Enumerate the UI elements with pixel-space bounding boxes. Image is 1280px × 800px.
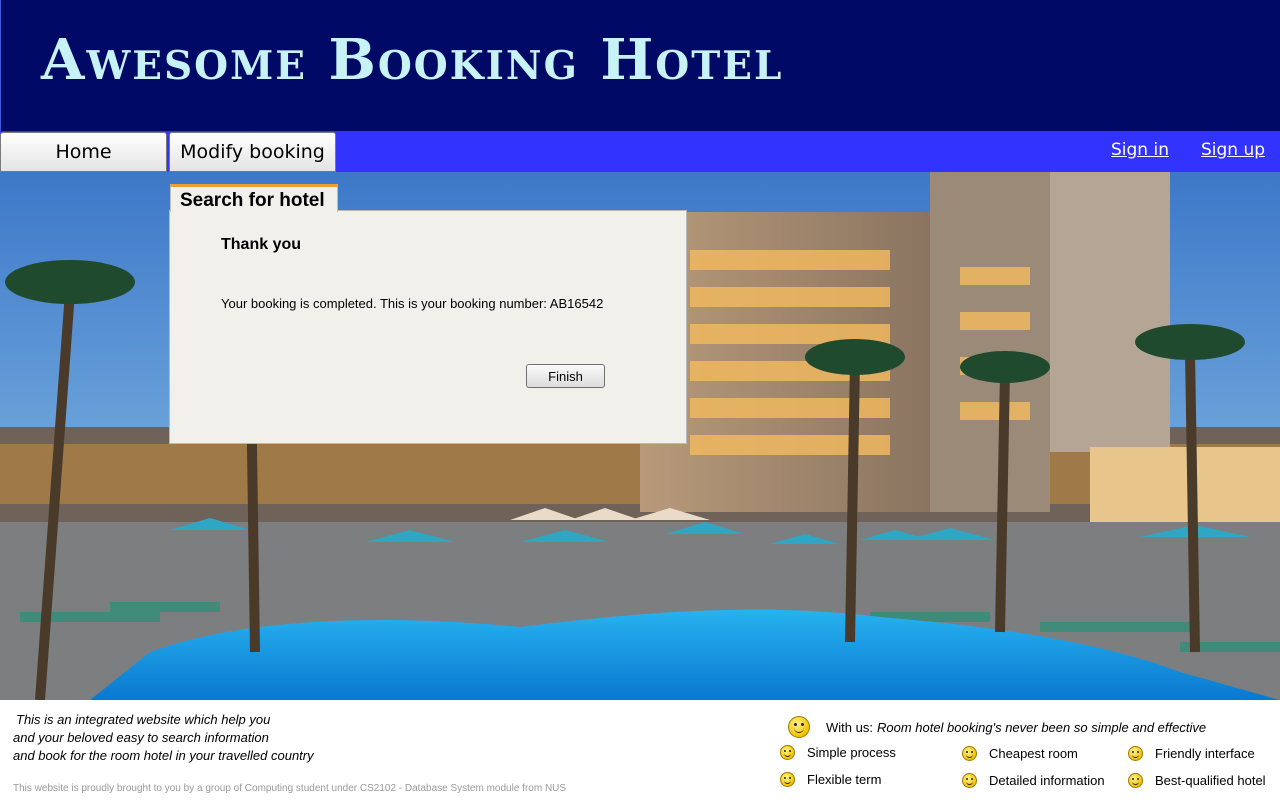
smiley-icon	[780, 745, 795, 760]
feature-label: Friendly interface	[1155, 746, 1255, 761]
feature-item: Best-qualified hotel	[1128, 773, 1266, 788]
sign-in-link[interactable]: Sign in	[1111, 140, 1169, 160]
feature-item: Detailed information	[962, 773, 1105, 788]
nav-bar: Home Modify booking Sign in Sign up	[0, 131, 1280, 172]
winking-smiley-icon	[788, 716, 810, 738]
feature-item: Friendly interface	[1128, 746, 1255, 761]
feature-item: Simple process	[780, 745, 896, 760]
confirmation-heading: Thank you	[221, 236, 302, 253]
booking-confirmation-panel: Thank you Your booking is completed. Thi…	[169, 210, 687, 444]
site-title: Awesome Booking Hotel	[41, 27, 784, 93]
home-tab[interactable]: Home	[0, 132, 167, 172]
smiley-icon	[962, 746, 977, 761]
feature-item: Flexible term	[780, 772, 881, 787]
footer-intro: This is an integrated website which help…	[13, 711, 314, 765]
modify-booking-tab[interactable]: Modify booking	[169, 132, 336, 172]
sign-up-link[interactable]: Sign up	[1201, 140, 1265, 160]
booking-number-message: Your booking is completed. This is your …	[221, 296, 604, 311]
feature-label: Simple process	[807, 745, 896, 760]
smiley-icon	[962, 773, 977, 788]
footer-credit: This website is proudly brought to you b…	[13, 783, 567, 794]
smiley-icon	[780, 772, 795, 787]
feature-item: Cheapest room	[962, 746, 1078, 761]
site-header: Awesome Booking Hotel	[0, 0, 1280, 131]
with-us-tagline: With us: Room hotel booking's never been…	[788, 716, 1206, 738]
feature-label: Flexible term	[807, 772, 882, 787]
tagline: Room hotel booking's never been so simpl…	[876, 719, 1207, 735]
feature-label: Detailed information	[989, 773, 1105, 788]
finish-button[interactable]: Finish	[526, 364, 605, 388]
footer-intro-line: This is an integrated website which help…	[16, 712, 271, 727]
with-us-label: With us:	[826, 719, 873, 735]
smiley-icon	[1128, 773, 1143, 788]
tab-search-for-hotel[interactable]: Search for hotel	[170, 184, 338, 212]
footer-intro-line: and book for the room hotel in your trav…	[13, 748, 314, 763]
footer-intro-line: and your beloved easy to search informat…	[13, 730, 269, 745]
smiley-icon	[1128, 746, 1143, 761]
feature-label: Best-qualified hotel	[1155, 773, 1266, 788]
feature-label: Cheapest room	[989, 746, 1078, 761]
